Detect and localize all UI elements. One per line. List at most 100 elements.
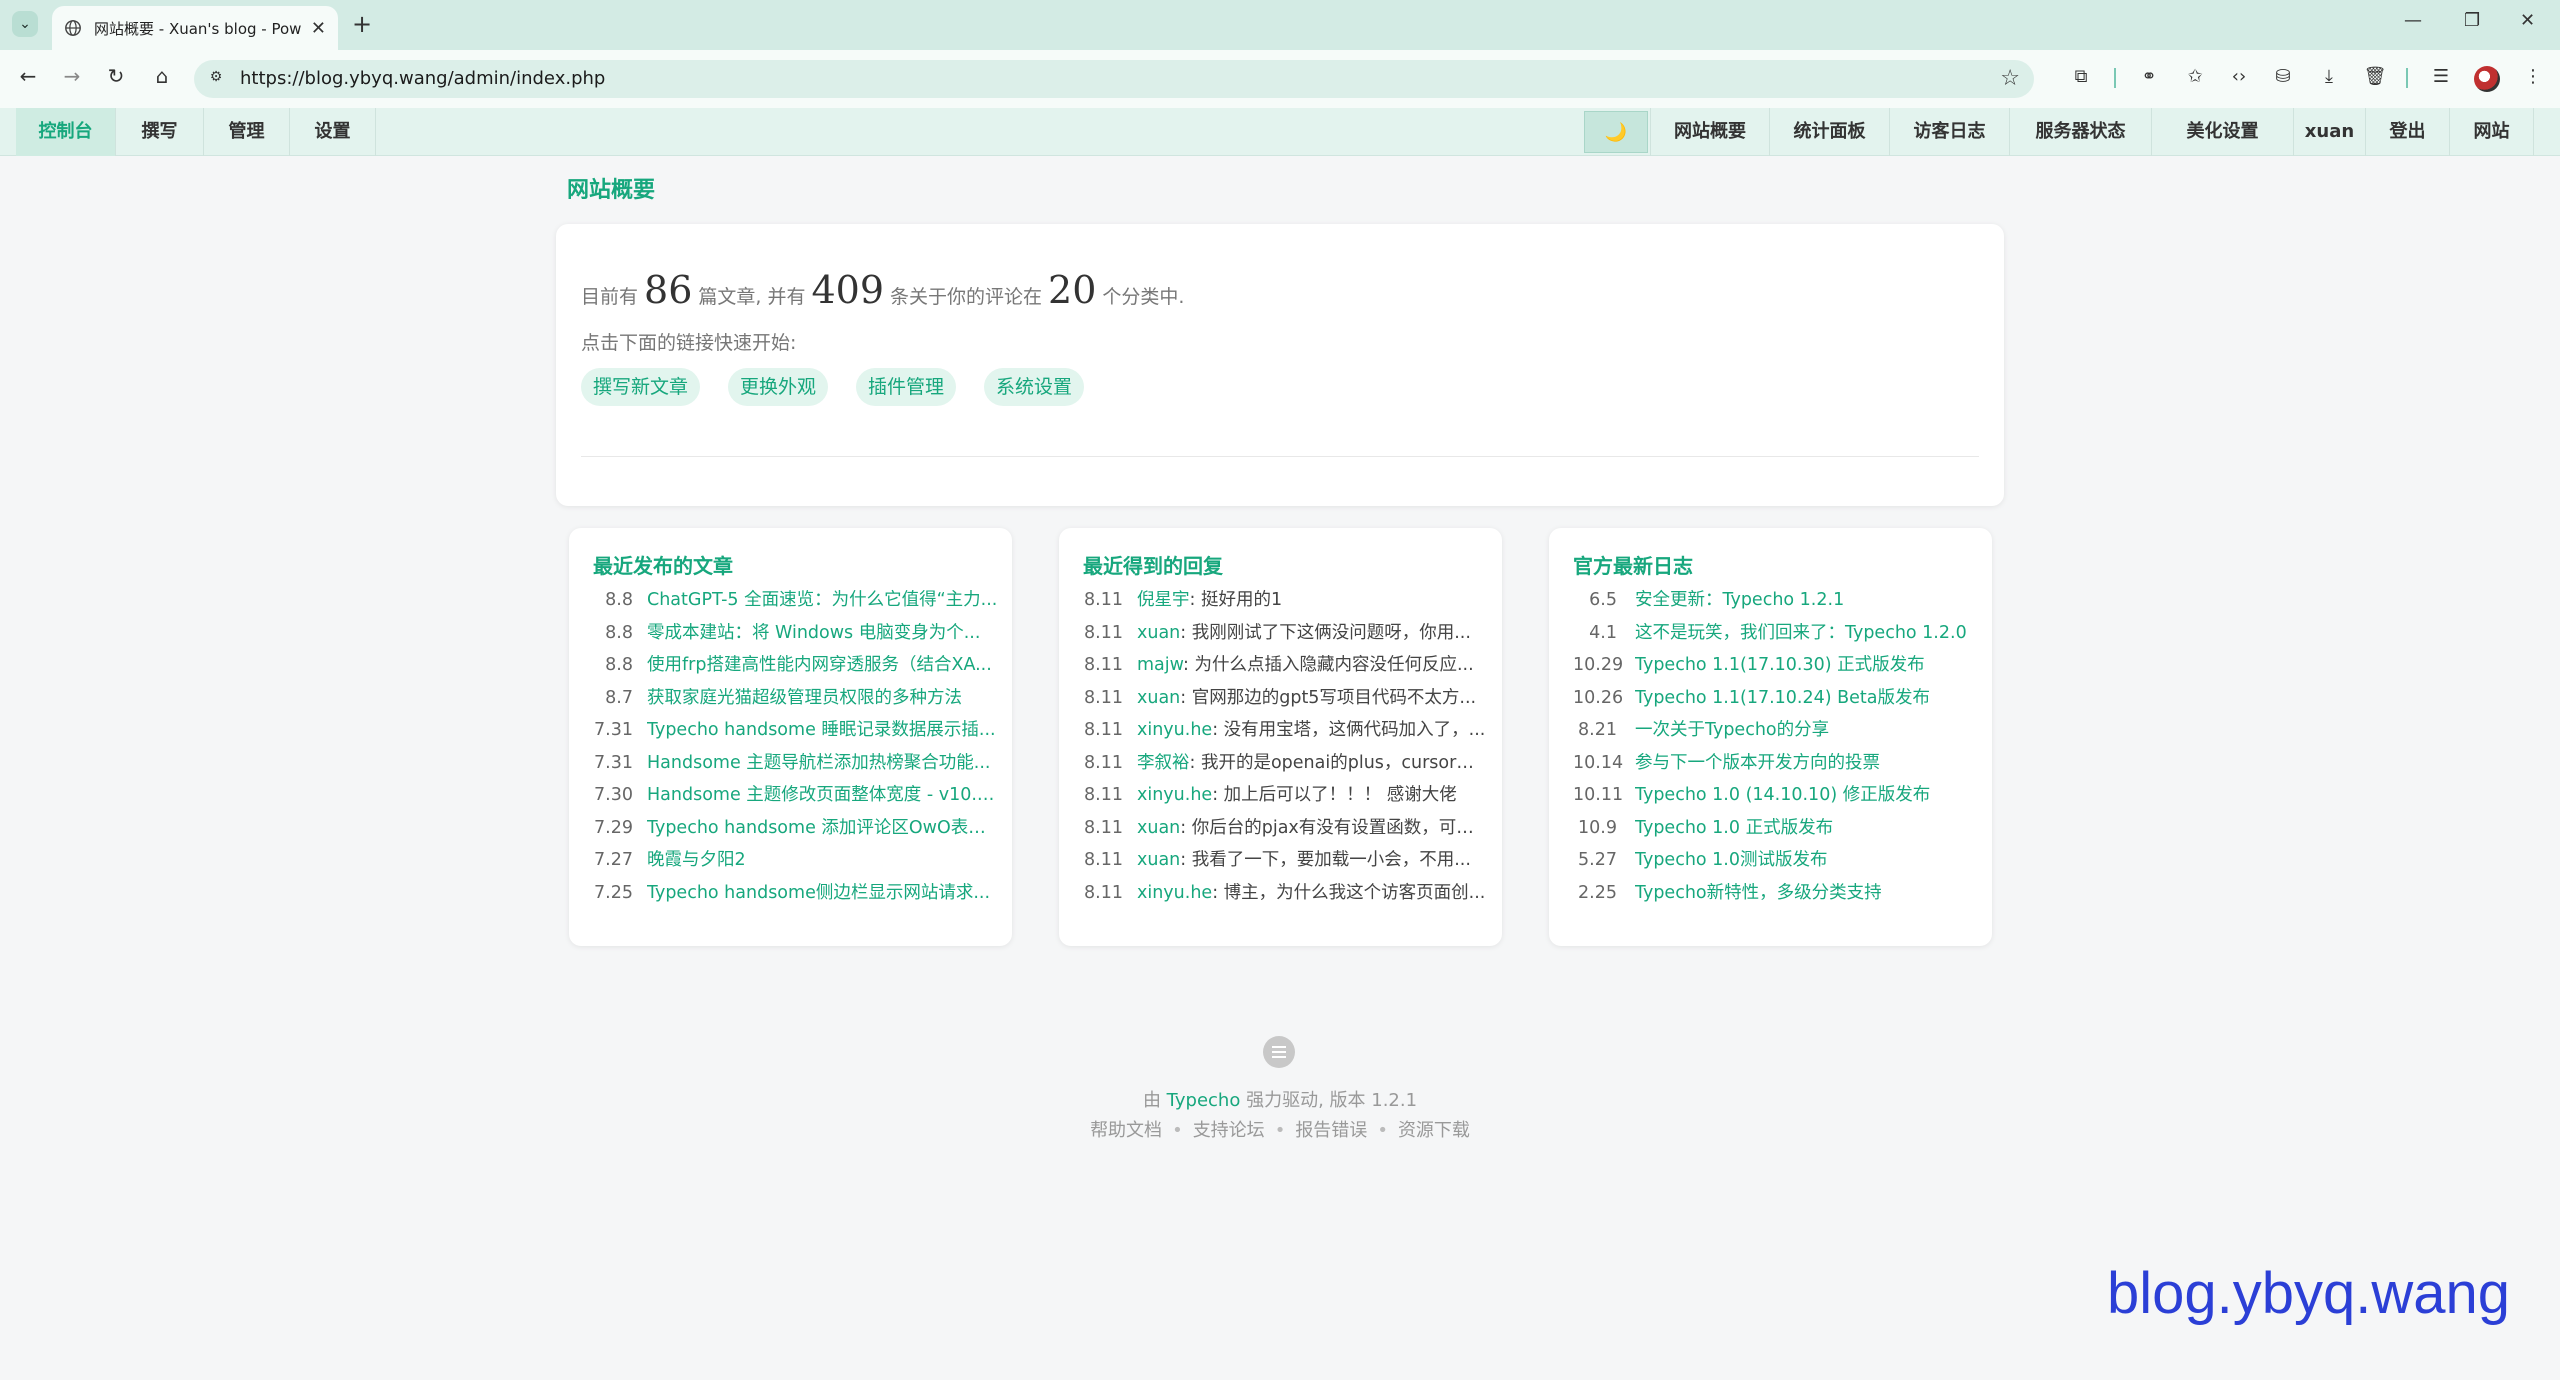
comment-text: : 我开的是openai的plus，cursor可... bbox=[1189, 752, 1489, 773]
list-item: 8.11 xuan: 官网那边的gpt5写项目代码不太方... bbox=[1083, 682, 1488, 715]
home-icon[interactable]: ⌂ bbox=[148, 64, 176, 88]
nav-console[interactable]: 控制台 bbox=[16, 108, 116, 156]
browser-tab[interactable]: 网站概要 - Xuan's blog - Pow ✕ bbox=[52, 6, 338, 50]
log-link[interactable]: 安全更新：Typecho 1.2.1 bbox=[1635, 584, 1844, 617]
log-link[interactable]: Typecho新特性，多级分类支持 bbox=[1635, 877, 1882, 910]
typecho-logo-icon[interactable] bbox=[1263, 1036, 1295, 1068]
url-text[interactable]: https://blog.ybyq.wang/admin/index.php bbox=[240, 68, 605, 89]
comment-author[interactable]: xuan bbox=[1137, 818, 1180, 838]
report-bug-link[interactable]: 报告错误 bbox=[1295, 1120, 1367, 1141]
comment-text: : 没有用宝塔，这俩代码加入了，... bbox=[1212, 720, 1486, 740]
post-link[interactable]: Handsome 主题修改页面整体宽度 - v10.1.0 bbox=[647, 779, 998, 812]
incognito-icon[interactable]: ⛁ bbox=[2270, 66, 2296, 87]
back-icon[interactable]: ← bbox=[14, 64, 42, 88]
comment-author[interactable]: majw bbox=[1137, 655, 1183, 675]
code-icon[interactable]: ‹› bbox=[2226, 66, 2252, 87]
post-link[interactable]: 零成本建站：将 Windows 电脑变身为个... bbox=[647, 617, 980, 650]
post-date: 8.8 bbox=[605, 655, 633, 675]
nav-overview[interactable]: 网站概要 bbox=[1650, 108, 1770, 156]
post-link[interactable]: Handsome 主题导航栏添加热榜聚合功能... bbox=[647, 747, 990, 780]
list-item: 8.11 倪星宇: 挺好用的1 bbox=[1083, 584, 1488, 617]
comment-text: : 加上后可以了！！！ 感谢大佬 bbox=[1212, 785, 1457, 805]
welcome-panel: 目前有 86 篇文章, 并有 409 条关于你的评论在 20 个分类中. 点击下面的链接快速… bbox=[556, 224, 2004, 506]
write-post-button[interactable]: 撰写新文章 bbox=[581, 368, 701, 406]
system-settings-button[interactable]: 系统设置 bbox=[984, 368, 1085, 406]
log-link[interactable]: Typecho 1.1(17.10.24) Beta版发布 bbox=[1635, 682, 1930, 715]
bookmark-star-icon[interactable]: ☆ bbox=[2000, 66, 2020, 91]
post-date: 7.30 bbox=[594, 785, 633, 805]
extensions-icon[interactable]: ⧉ bbox=[2068, 66, 2094, 87]
reload-icon[interactable]: ↻ bbox=[102, 64, 130, 88]
comment-author[interactable]: xinyu.he bbox=[1137, 785, 1212, 805]
comment-text: : 我看了一下，要加载一小会，不用... bbox=[1180, 850, 1471, 870]
divider bbox=[581, 456, 1979, 457]
categories-count: 20 bbox=[1048, 268, 1097, 312]
log-date: 2.25 bbox=[1578, 882, 1617, 903]
nav-theme-settings[interactable]: 美化设置 bbox=[2152, 108, 2294, 156]
log-date: 6.5 bbox=[1589, 590, 1617, 610]
post-link[interactable]: Typecho handsome 睡眠记录数据展示插... bbox=[647, 714, 996, 747]
typecho-link[interactable]: Typecho bbox=[1167, 1090, 1241, 1111]
link-icon[interactable]: ⚭ bbox=[2136, 66, 2162, 87]
comment-author[interactable]: xuan bbox=[1137, 850, 1180, 870]
plugin-manage-button[interactable]: 插件管理 bbox=[856, 368, 957, 406]
comment-author[interactable]: 倪星宇 bbox=[1137, 590, 1190, 610]
log-link[interactable]: Typecho 1.1(17.10.30) 正式版发布 bbox=[1635, 649, 1925, 682]
nav-settings[interactable]: 设置 bbox=[290, 108, 376, 156]
post-link[interactable]: ChatGPT-5 全面速览：为什么它值得“主力... bbox=[647, 584, 997, 617]
log-link[interactable]: Typecho 1.0测试版发布 bbox=[1635, 844, 1828, 877]
dark-mode-moon-icon[interactable]: 🌙 bbox=[1584, 111, 1648, 153]
change-theme-button[interactable]: 更换外观 bbox=[728, 368, 829, 406]
nav-server-status[interactable]: 服务器状态 bbox=[2010, 108, 2152, 156]
trash-icon[interactable]: 🗑 bbox=[2362, 66, 2388, 87]
restore-icon[interactable]: ❐ bbox=[2464, 10, 2480, 31]
log-link[interactable]: Typecho 1.0 正式版发布 bbox=[1635, 812, 1833, 845]
list-item: 8.11 李叙裕: 我开的是openai的plus，cursor可... bbox=[1083, 747, 1488, 780]
window-close-icon[interactable]: ✕ bbox=[2520, 10, 2535, 31]
star-extension-icon[interactable]: ✩ bbox=[2182, 66, 2208, 87]
nav-site[interactable]: 网站 bbox=[2450, 108, 2534, 156]
tab-search-icon[interactable]: ⌄ bbox=[12, 11, 38, 37]
minimize-icon[interactable]: — bbox=[2404, 10, 2422, 31]
comment-author[interactable]: xinyu.he bbox=[1137, 883, 1212, 903]
profile-avatar[interactable] bbox=[2474, 66, 2500, 92]
address-bar[interactable]: ⚙ https://blog.ybyq.wang/admin/index.php… bbox=[194, 60, 2034, 98]
nav-logout[interactable]: 登出 bbox=[2366, 108, 2450, 156]
download-icon[interactable]: ⤓ bbox=[2316, 66, 2342, 87]
browser-tabbar: ⌄ 网站概要 - Xuan's blog - Pow ✕ + — ❐ ✕ bbox=[0, 0, 2560, 50]
list-item: 8.11 xinyu.he: 加上后可以了！！！ 感谢大佬 bbox=[1083, 779, 1488, 812]
nav-user[interactable]: xuan bbox=[2294, 108, 2366, 156]
post-link[interactable]: 获取家庭光猫超级管理员权限的多种方法 bbox=[647, 682, 962, 715]
close-icon[interactable]: ✕ bbox=[311, 18, 326, 39]
comment-author[interactable]: 李叙裕 bbox=[1137, 753, 1190, 773]
comment-author[interactable]: xuan bbox=[1137, 688, 1180, 708]
new-tab-icon[interactable]: + bbox=[352, 10, 372, 38]
help-docs-link[interactable]: 帮助文档 bbox=[1090, 1120, 1162, 1141]
forward-icon[interactable]: → bbox=[58, 64, 86, 88]
nav-write[interactable]: 撰写 bbox=[116, 108, 204, 156]
log-link[interactable]: 一次关于Typecho的分享 bbox=[1635, 714, 1829, 747]
more-menu-icon[interactable]: ⋮ bbox=[2520, 66, 2546, 87]
nav-stats[interactable]: 统计面板 bbox=[1770, 108, 1890, 156]
log-link[interactable]: 这不是玩笑，我们回来了：Typecho 1.2.0 bbox=[1635, 617, 1967, 650]
nav-visitor-log[interactable]: 访客日志 bbox=[1890, 108, 2010, 156]
log-link[interactable]: Typecho 1.0 (14.10.10) 修正版发布 bbox=[1635, 779, 1930, 812]
official-log-title: 官方最新日志 bbox=[1573, 554, 1693, 578]
log-date: 5.27 bbox=[1578, 850, 1617, 870]
list-item: 10.26 Typecho 1.1(17.10.24) Beta版发布 bbox=[1573, 682, 1978, 715]
post-link[interactable]: 晚霞与夕阳2 bbox=[647, 844, 746, 877]
list-item: 10.11 Typecho 1.0 (14.10.10) 修正版发布 bbox=[1573, 779, 1978, 812]
support-forum-link[interactable]: 支持论坛 bbox=[1193, 1120, 1265, 1141]
resource-download-link[interactable]: 资源下载 bbox=[1398, 1120, 1470, 1141]
site-info-icon[interactable]: ⚙ bbox=[206, 69, 226, 89]
post-link[interactable]: 使用frp搭建高性能内网穿透服务（结合XA... bbox=[647, 649, 992, 682]
nav-manage[interactable]: 管理 bbox=[204, 108, 290, 156]
comment-author[interactable]: xinyu.he bbox=[1137, 720, 1212, 740]
reading-list-icon[interactable]: ☰ bbox=[2428, 66, 2454, 87]
post-link[interactable]: Typecho handsome侧边栏显示网站请求... bbox=[647, 877, 990, 910]
comment-author[interactable]: xuan bbox=[1137, 623, 1180, 643]
post-link[interactable]: Typecho handsome 添加评论区OwO表情... bbox=[647, 812, 998, 845]
log-link[interactable]: 参与下一个版本开发方向的投票 bbox=[1635, 747, 1880, 780]
log-date: 10.11 bbox=[1573, 785, 1624, 805]
list-item: 10.9 Typecho 1.0 正式版发布 bbox=[1573, 812, 1978, 845]
